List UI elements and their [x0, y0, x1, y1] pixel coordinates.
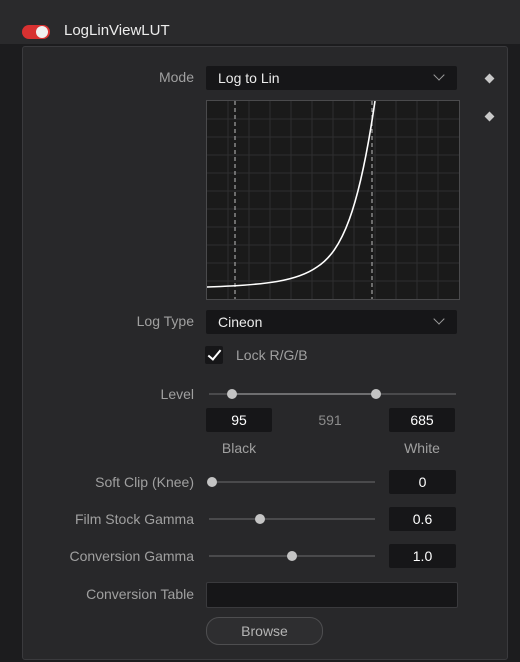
- log-type-label: Log Type: [136, 313, 194, 329]
- conversion-gamma-field[interactable]: 1.0: [389, 544, 456, 568]
- conversion-gamma-label: Conversion Gamma: [69, 548, 195, 564]
- browse-button[interactable]: Browse: [206, 617, 323, 645]
- log-type-value: Cineon: [218, 314, 263, 330]
- chevron-down-icon: [433, 313, 445, 325]
- lut-curve-graph[interactable]: [206, 100, 460, 300]
- conversion-gamma-slider-handle[interactable]: [287, 551, 297, 561]
- graph-grid: [207, 101, 459, 299]
- checkmark-icon: [207, 346, 222, 361]
- film-stock-gamma-slider-track[interactable]: [209, 518, 375, 520]
- log-type-dropdown[interactable]: Cineon: [206, 310, 457, 334]
- soft-clip-field[interactable]: 0: [389, 470, 456, 494]
- level-slider-range: [232, 393, 376, 395]
- tool-title: LogLinViewLUT: [64, 22, 170, 39]
- curve-svg: [206, 100, 459, 299]
- black-level-handle[interactable]: [227, 389, 237, 399]
- soft-clip-slider-handle[interactable]: [207, 477, 217, 487]
- lock-rgb-label: Lock R/G/B: [236, 347, 308, 363]
- film-stock-gamma-slider-handle[interactable]: [255, 514, 265, 524]
- chevron-down-icon: [433, 69, 445, 81]
- white-level-handle[interactable]: [371, 389, 381, 399]
- mode-dropdown[interactable]: Log to Lin: [206, 66, 457, 90]
- level-mid-value: 591: [318, 412, 342, 428]
- white-level-field[interactable]: 685: [389, 408, 455, 432]
- soft-clip-slider-track[interactable]: [209, 481, 375, 483]
- film-stock-gamma-label: Film Stock Gamma: [74, 511, 194, 527]
- mode-label: Mode: [158, 69, 194, 85]
- film-stock-gamma-field[interactable]: 0.6: [389, 507, 456, 531]
- tool-header: LogLinViewLUT: [0, 0, 520, 44]
- toggle-knob: [36, 26, 48, 38]
- tool-enable-toggle[interactable]: [22, 25, 50, 39]
- mode-value: Log to Lin: [218, 70, 280, 86]
- soft-clip-label: Soft Clip (Knee): [95, 474, 194, 490]
- lock-rgb-checkbox[interactable]: [205, 346, 223, 364]
- conversion-table-field[interactable]: [206, 582, 458, 608]
- level-label: Level: [160, 386, 194, 402]
- conversion-table-label: Conversion Table: [86, 586, 194, 602]
- white-label: White: [404, 440, 440, 456]
- black-level-field[interactable]: 95: [206, 408, 272, 432]
- black-label: Black: [221, 440, 257, 456]
